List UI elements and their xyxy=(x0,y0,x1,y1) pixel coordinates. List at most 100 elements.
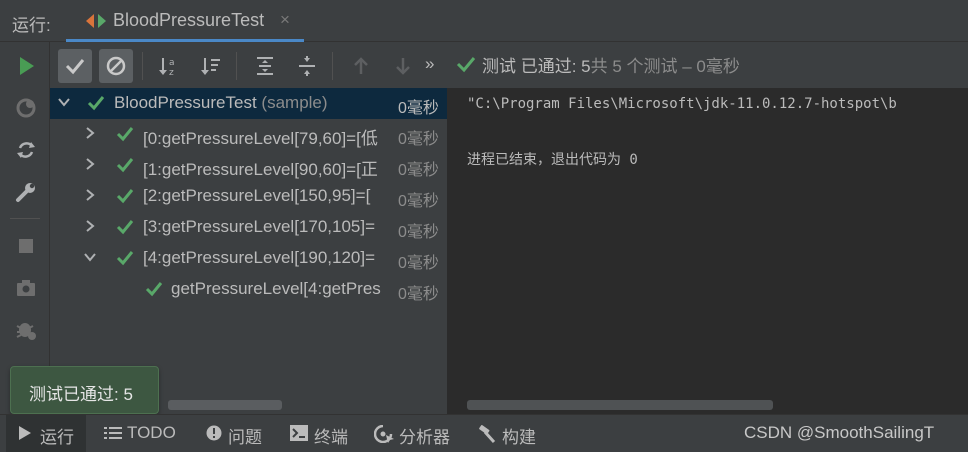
run-tool-button[interactable]: 运行 xyxy=(6,415,86,452)
expand-all-button[interactable] xyxy=(248,49,282,83)
pass-check-icon xyxy=(116,189,134,204)
sort-duration-icon xyxy=(201,58,220,75)
chevron-right-icon[interactable] xyxy=(82,125,98,141)
problems-tool-button[interactable]: 问题 xyxy=(198,415,272,452)
tree-row-time: 0毫秒 xyxy=(398,193,439,210)
tree-horizontal-scrollbar[interactable] xyxy=(168,400,282,410)
todo-tool-button[interactable]: TODO xyxy=(96,415,186,452)
chevron-right-icon[interactable] xyxy=(82,156,98,172)
rerun-failed-icon[interactable] xyxy=(14,96,38,120)
chevron-down-icon[interactable] xyxy=(56,94,72,110)
terminal-tool-button[interactable]: 终端 xyxy=(282,415,356,452)
camera-icon[interactable] xyxy=(14,276,38,300)
test-passed-tooltip: 测试已通过: 5 xyxy=(10,366,159,414)
console-horizontal-scrollbar[interactable] xyxy=(467,400,773,410)
tree-row-root[interactable]: BloodPressureTest (sample) 0毫秒 xyxy=(50,88,447,119)
run-label: 运行: xyxy=(12,16,51,35)
test-runner-toolbar: a z » 测试 已通过: 5共 5 个测试 – 0毫秒 xyxy=(50,42,968,88)
chevron-down-icon[interactable] xyxy=(82,249,98,265)
toggle-auto-test-icon[interactable] xyxy=(14,138,38,162)
tree-row-label: [4:getPressureLevel[190,120]= xyxy=(143,248,376,267)
tool-window-bar: 运行 TODO 问题 终端 分析器 构建 CSDN @SmoothSailing… xyxy=(0,414,968,452)
show-ignored-button[interactable] xyxy=(99,49,133,83)
pass-check-icon xyxy=(116,127,134,142)
tree-row-time: 0毫秒 xyxy=(398,131,439,148)
test-config-icon xyxy=(86,14,106,28)
hammer-icon xyxy=(479,425,496,443)
tree-row-label: [1:getPressureLevel[90,60]=[正 xyxy=(143,160,378,179)
terminal-icon xyxy=(290,425,308,441)
tree-row-label: [0:getPressureLevel[79,60]=[低 xyxy=(143,129,378,148)
tree-row-time: 0毫秒 xyxy=(398,224,439,241)
play-icon xyxy=(19,426,31,440)
pass-check-icon xyxy=(87,96,105,111)
status-summary: 共 5 个测试 – 0毫秒 xyxy=(590,57,740,76)
tree-row[interactable]: getPressureLevel[4:getPres 0毫秒 xyxy=(50,274,447,305)
bug-settings-icon[interactable] xyxy=(14,318,38,342)
check-icon xyxy=(65,59,85,75)
chevron-right-icon[interactable] xyxy=(82,218,98,234)
tree-row-time: 0毫秒 xyxy=(398,286,439,303)
wrench-icon[interactable] xyxy=(14,180,38,204)
todo-tool-label: TODO xyxy=(127,423,176,442)
tree-row[interactable]: [0:getPressureLevel[79,60]=[低 0毫秒 xyxy=(50,119,447,150)
build-tool-button[interactable]: 构建 xyxy=(470,415,544,452)
console-output[interactable]: "C:\Program Files\Microsoft\jdk-11.0.12.… xyxy=(447,88,968,414)
arrow-down-icon xyxy=(396,58,410,75)
watermark-text: CSDN @SmoothSailingT xyxy=(744,423,935,442)
collapse-all-icon xyxy=(299,56,315,76)
pass-check-icon xyxy=(456,57,476,73)
sort-by-duration-button[interactable] xyxy=(194,49,228,83)
tree-row-time: 0毫秒 xyxy=(398,100,439,117)
terminal-tool-label: 终端 xyxy=(314,428,348,447)
tooltip-text: 测试已通过: 5 xyxy=(29,385,133,404)
pass-check-icon xyxy=(116,251,134,266)
close-icon[interactable]: × xyxy=(280,10,290,30)
pass-check-icon xyxy=(145,282,163,297)
more-actions-button[interactable]: » xyxy=(425,54,434,74)
run-tool-window-header: 运行: BloodPressureTest × xyxy=(0,0,968,42)
chevron-right-icon[interactable] xyxy=(82,187,98,203)
sort-alphabetically-button[interactable]: a z xyxy=(152,49,186,83)
info-icon xyxy=(206,425,222,441)
tree-row-label: [2:getPressureLevel[150,95]=[ xyxy=(143,186,371,205)
problems-tool-label: 问题 xyxy=(228,428,262,447)
tree-row-time: 0毫秒 xyxy=(398,255,439,272)
ban-icon xyxy=(106,56,126,76)
list-icon xyxy=(104,427,122,439)
tree-row[interactable]: [1:getPressureLevel[90,60]=[正 0毫秒 xyxy=(50,150,447,181)
expand-all-icon xyxy=(257,57,273,75)
tree-row-suffix: (sample) xyxy=(261,93,328,112)
profiler-icon xyxy=(374,425,394,443)
tree-row-label: BloodPressureTest xyxy=(114,93,257,112)
console-line: "C:\Program Files\Microsoft\jdk-11.0.12.… xyxy=(467,96,897,112)
tree-row[interactable]: [2:getPressureLevel[150,95]=[ 0毫秒 xyxy=(50,181,447,212)
profiler-tool-label: 分析器 xyxy=(399,428,450,447)
tree-row[interactable]: [3:getPressureLevel[170,105]= 0毫秒 xyxy=(50,212,447,243)
status-passed: 测试 已通过: 5 xyxy=(482,57,591,76)
run-tool-label: 运行 xyxy=(40,428,74,447)
tab-blood-pressure-test[interactable]: BloodPressureTest × xyxy=(66,0,304,42)
build-tool-label: 构建 xyxy=(502,428,536,447)
collapse-all-button[interactable] xyxy=(290,49,324,83)
console-line: 进程已结束，退出代码为 0 xyxy=(467,152,638,168)
run-side-toolbar xyxy=(0,42,50,414)
gutter-divider xyxy=(10,218,40,219)
arrow-up-icon xyxy=(354,57,368,74)
next-failed-button[interactable] xyxy=(386,49,420,83)
tree-row-label: getPressureLevel[4:getPres xyxy=(171,279,381,298)
previous-failed-button[interactable] xyxy=(344,49,378,83)
tree-row[interactable]: [4:getPressureLevel[190,120]= 0毫秒 xyxy=(50,243,447,274)
tab-title: BloodPressureTest xyxy=(113,10,265,30)
pass-check-icon xyxy=(116,158,134,173)
tree-row-time: 0毫秒 xyxy=(398,162,439,179)
profiler-tool-button[interactable]: 分析器 xyxy=(366,415,458,452)
svg-text:a: a xyxy=(169,58,175,68)
show-passed-button[interactable] xyxy=(58,49,92,83)
svg-text:z: z xyxy=(169,68,174,78)
run-icon[interactable] xyxy=(14,54,38,78)
sort-alpha-icon: a z xyxy=(159,58,175,78)
tree-row-label: [3:getPressureLevel[170,105]= xyxy=(143,217,376,236)
stop-icon[interactable] xyxy=(14,234,38,258)
pass-check-icon xyxy=(116,220,134,235)
